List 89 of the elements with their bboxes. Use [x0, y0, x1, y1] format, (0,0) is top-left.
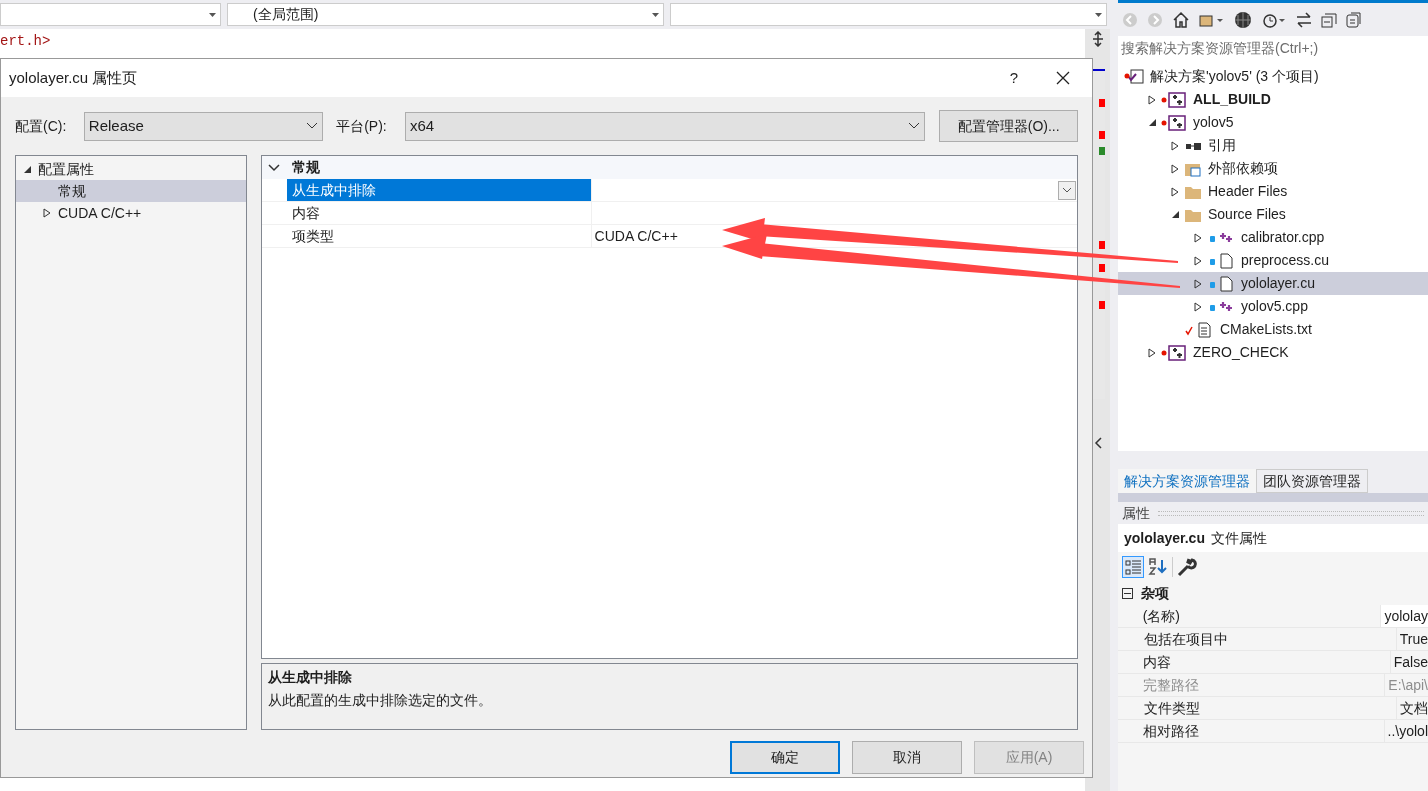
tree-item[interactable]: 配置属性 — [38, 158, 94, 180]
close-icon — [1056, 71, 1070, 85]
expander-icon[interactable] — [1193, 278, 1203, 289]
expander-icon[interactable] — [1193, 255, 1203, 266]
tree-item[interactable]: calibrator.cpp — [1239, 227, 1327, 248]
config-label: 配置(C): — [15, 116, 68, 136]
property-name[interactable]: 内容 — [286, 202, 592, 224]
expander-icon[interactable] — [1147, 347, 1157, 358]
expander-icon[interactable] — [1170, 163, 1180, 174]
wrench-icon[interactable] — [1176, 555, 1198, 578]
window-title: yololayer.cu 属性页 — [9, 67, 139, 88]
platform-label: 平台(P): — [336, 116, 388, 136]
panel-tab[interactable]: 解决方案资源管理器 — [1118, 469, 1256, 493]
property-name: 内容 — [1139, 651, 1391, 673]
expander-icon[interactable] — [1170, 186, 1180, 197]
tree-item[interactable]: ALL_BUILD — [1191, 89, 1273, 110]
tree-item[interactable]: Header Files — [1206, 181, 1290, 202]
collapse-toggle[interactable] — [1122, 587, 1133, 599]
scope-dropdown[interactable]: (全局范围) — [227, 3, 664, 26]
expander-icon[interactable] — [1193, 232, 1203, 243]
chevron-down-icon — [306, 122, 319, 130]
categorized-icon[interactable] — [1122, 555, 1144, 578]
tree-item[interactable]: preprocess.cu — [1239, 250, 1331, 271]
dropdown-button[interactable] — [1058, 180, 1076, 200]
object-name: yololayer.cu — [1124, 528, 1205, 548]
property-value[interactable]: False — [1390, 651, 1428, 673]
globe-icon[interactable] — [1234, 10, 1252, 29]
tree-item[interactable]: 引用 — [1206, 135, 1238, 156]
chevron-down-icon — [908, 122, 921, 130]
home-icon[interactable] — [1172, 10, 1190, 29]
help-button[interactable]: ? — [994, 60, 1034, 96]
tree-item[interactable]: 解决方案'yolov5' (3 个项目) — [1148, 66, 1321, 87]
property-value: CUDA C/C++ — [594, 226, 678, 246]
solution-icon — [1124, 68, 1144, 85]
tree-item[interactable]: yolov5.cpp — [1239, 296, 1310, 317]
caret-icon — [209, 12, 216, 17]
config-dropdown[interactable]: Release — [83, 111, 324, 141]
swap-arrows-icon[interactable] — [1296, 11, 1312, 28]
property-name: 相对路径 — [1138, 720, 1385, 742]
tree-item[interactable]: 常规 — [58, 180, 86, 202]
file-icon — [1207, 252, 1235, 269]
property-name: 包括在项目中 — [1139, 628, 1397, 650]
sort-alphabetical-icon[interactable] — [1147, 555, 1169, 578]
tree-item[interactable]: ZERO_CHECK — [1191, 342, 1291, 363]
copy-icon[interactable] — [1346, 11, 1362, 28]
project-icon — [1161, 91, 1187, 108]
expander-icon[interactable] — [1193, 301, 1203, 312]
tree-item[interactable]: CUDA C/C++ — [58, 202, 142, 224]
property-name: 文件类型 — [1139, 697, 1397, 719]
platform-dropdown[interactable]: x64 — [404, 111, 926, 141]
tree-item[interactable]: CMakeLists.txt — [1218, 319, 1314, 340]
property-value[interactable]: True — [1396, 628, 1428, 650]
text-file-icon — [1184, 321, 1214, 338]
panel-tab[interactable]: 团队资源管理器 — [1256, 469, 1368, 493]
expander-icon[interactable] — [1147, 94, 1157, 105]
caret-icon — [1062, 187, 1072, 193]
project-icon — [1161, 114, 1187, 131]
property-value[interactable]: 文档 — [1397, 697, 1428, 719]
property-name: 完整路径 — [1138, 674, 1386, 696]
property-value[interactable]: ..\yolol — [1384, 720, 1428, 742]
category-header: 常规 — [291, 158, 320, 177]
code-line: ert.h> — [0, 33, 51, 50]
split-icon[interactable] — [1090, 31, 1105, 47]
dialog-button[interactable]: 取消 — [852, 741, 962, 774]
property-name[interactable]: 从生成中排除 — [286, 179, 592, 201]
expander-icon[interactable] — [42, 208, 52, 218]
description-text: 从此配置的生成中排除选定的文件。 — [267, 691, 493, 710]
property-value[interactable]: yololay — [1381, 605, 1428, 627]
dialog-button[interactable]: 确定 — [730, 741, 840, 774]
collapse-icon[interactable] — [1093, 437, 1102, 449]
description-title: 从生成中排除 — [267, 668, 353, 687]
expander-icon[interactable] — [1170, 209, 1180, 220]
expander-icon[interactable] — [1147, 117, 1157, 128]
file-icon — [1207, 275, 1235, 292]
project-icon — [1161, 344, 1187, 361]
caret-icon — [1095, 12, 1102, 17]
tree-item[interactable]: yolov5 — [1191, 112, 1236, 133]
tree-item[interactable]: 外部依赖项 — [1206, 158, 1280, 179]
category-header: 杂项 — [1141, 583, 1169, 603]
caret-icon — [652, 12, 659, 17]
panel-title: 属性 — [1122, 503, 1150, 523]
property-name[interactable]: 项类型 — [286, 225, 592, 247]
collapse-all-icon[interactable] — [1321, 11, 1337, 28]
tree-item[interactable]: Source Files — [1206, 204, 1288, 225]
search-field[interactable]: 搜索解决方案资源管理器(Ctrl+;) — [1118, 36, 1428, 61]
expander-icon[interactable] — [22, 164, 32, 174]
config-manager-button[interactable]: 配置管理器(O)... — [939, 110, 1078, 142]
expander-icon[interactable] — [1170, 140, 1180, 151]
object-type: 文件属性 — [1210, 528, 1267, 548]
